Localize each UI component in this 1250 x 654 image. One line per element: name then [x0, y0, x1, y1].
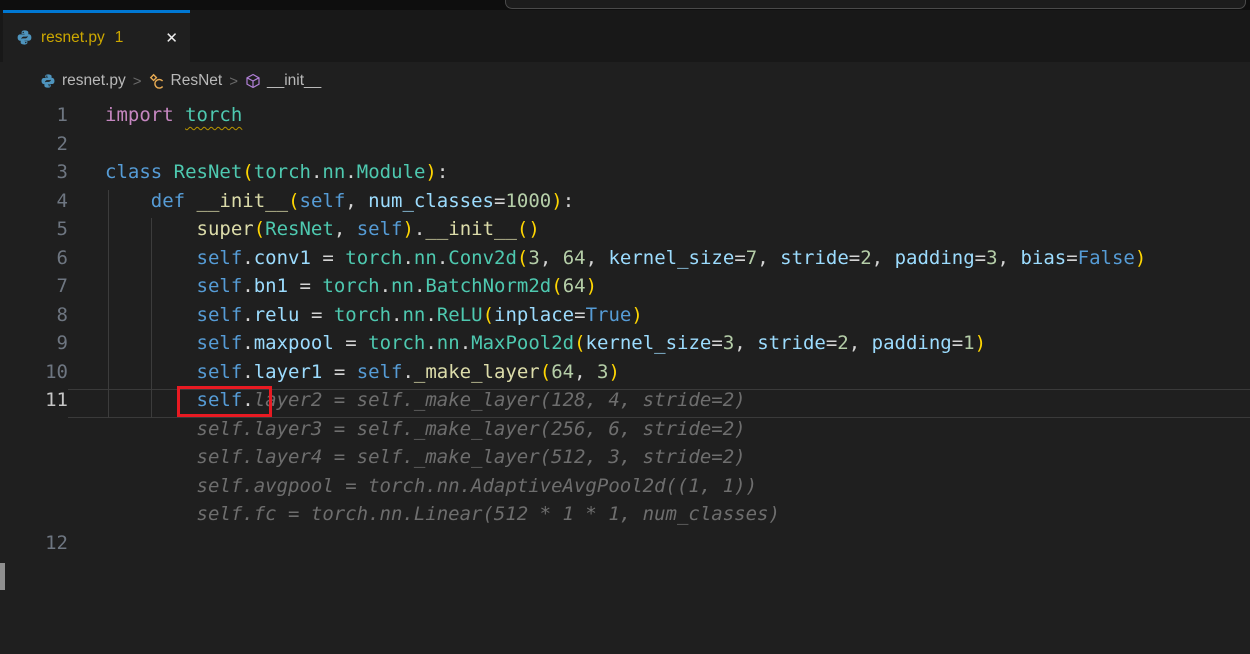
breadcrumb-class[interactable]: ResNet — [149, 72, 223, 90]
scrollbar-sliver[interactable] — [0, 563, 5, 590]
code-text: self.fc = torch.nn.Linear(512 * 1 * 1, n… — [68, 503, 1250, 532]
code-text: self.maxpool = torch.nn.MaxPool2d(kernel… — [68, 332, 1250, 361]
tab-filename: resnet.py — [41, 29, 105, 47]
code-row[interactable]: self.avgpool = torch.nn.AdaptiveAvgPool2… — [0, 475, 1250, 504]
code-text — [68, 133, 1250, 162]
code-row[interactable]: 4 def __init__(self, num_classes=1000): — [0, 190, 1250, 219]
line-number[interactable] — [0, 475, 68, 504]
code-row[interactable]: 5 super(ResNet, self).__init__() — [0, 218, 1250, 247]
code-text: self.layer3 = self._make_layer(256, 6, s… — [68, 418, 1250, 447]
line-number[interactable]: 2 — [0, 133, 68, 162]
code-text: import torch — [68, 104, 1250, 133]
code-row[interactable]: 6 self.conv1 = torch.nn.Conv2d(3, 64, ke… — [0, 247, 1250, 276]
chevron-right-icon: > — [133, 73, 142, 90]
code-row[interactable]: self.layer3 = self._make_layer(256, 6, s… — [0, 418, 1250, 447]
method-icon — [245, 73, 261, 89]
line-number[interactable] — [0, 503, 68, 532]
code-row[interactable]: 3class ResNet(torch.nn.Module): — [0, 161, 1250, 190]
breadcrumb-class-label: ResNet — [171, 72, 223, 90]
tab-bar: resnet.py 1 ✕ — [0, 10, 1250, 62]
tab-problems-badge: 1 — [115, 29, 124, 47]
python-icon — [16, 29, 33, 46]
python-icon — [40, 73, 56, 89]
code-editor[interactable]: 1import torch23class ResNet(torch.nn.Mod… — [0, 100, 1250, 560]
line-number[interactable] — [0, 418, 68, 447]
line-number[interactable]: 12 — [0, 532, 68, 561]
code-text: self.relu = torch.nn.ReLU(inplace=True) — [68, 304, 1250, 333]
code-text: self.layer2 = self._make_layer(128, 4, s… — [68, 389, 1250, 418]
code-row[interactable]: 9 self.maxpool = torch.nn.MaxPool2d(kern… — [0, 332, 1250, 361]
code-text: super(ResNet, self).__init__() — [68, 218, 1250, 247]
code-text: class ResNet(torch.nn.Module): — [68, 161, 1250, 190]
code-row[interactable]: self.layer4 = self._make_layer(512, 3, s… — [0, 446, 1250, 475]
close-icon[interactable]: ✕ — [161, 27, 182, 49]
line-number[interactable]: 1 — [0, 104, 68, 133]
breadcrumb-method-label: __init__ — [267, 72, 321, 90]
vscode-window: resnet.py 1 ✕ resnet.py > — [0, 0, 1250, 654]
code-row[interactable]: 7 self.bn1 = torch.nn.BatchNorm2d(64) — [0, 275, 1250, 304]
line-number[interactable]: 6 — [0, 247, 68, 276]
quick-input-remnant — [505, 0, 1246, 9]
breadcrumb-file-label: resnet.py — [62, 72, 126, 90]
code-row[interactable]: 10 self.layer1 = self._make_layer(64, 3) — [0, 361, 1250, 390]
breadcrumb-method[interactable]: __init__ — [245, 72, 321, 90]
line-number[interactable]: 7 — [0, 275, 68, 304]
line-number[interactable]: 5 — [0, 218, 68, 247]
indent-guide — [108, 190, 109, 418]
line-number[interactable]: 9 — [0, 332, 68, 361]
line-number[interactable]: 4 — [0, 190, 68, 219]
code-row[interactable]: 11 self.layer2 = self._make_layer(128, 4… — [0, 389, 1250, 418]
code-row[interactable]: 1import torch — [0, 104, 1250, 133]
code-text — [68, 532, 1250, 561]
code-text: self.layer4 = self._make_layer(512, 3, s… — [68, 446, 1250, 475]
class-icon — [149, 73, 165, 89]
code-text: self.layer1 = self._make_layer(64, 3) — [68, 361, 1250, 390]
code-row[interactable]: self.fc = torch.nn.Linear(512 * 1 * 1, n… — [0, 503, 1250, 532]
tab-resnet-py[interactable]: resnet.py 1 ✕ — [3, 10, 190, 62]
code-row[interactable]: 8 self.relu = torch.nn.ReLU(inplace=True… — [0, 304, 1250, 333]
breadcrumb: resnet.py > ResNet > __init__ — [0, 62, 1250, 100]
line-number[interactable]: 8 — [0, 304, 68, 333]
line-number[interactable]: 11 — [0, 389, 68, 418]
code-text: self.bn1 = torch.nn.BatchNorm2d(64) — [68, 275, 1250, 304]
breadcrumb-file[interactable]: resnet.py — [40, 72, 126, 90]
code-row[interactable]: 12 — [0, 532, 1250, 561]
line-number[interactable] — [0, 446, 68, 475]
code-row[interactable]: 2 — [0, 133, 1250, 162]
indent-guide — [151, 218, 152, 418]
code-text: self.conv1 = torch.nn.Conv2d(3, 64, kern… — [68, 247, 1250, 276]
chevron-right-icon: > — [229, 73, 238, 90]
code-text: def __init__(self, num_classes=1000): — [68, 190, 1250, 219]
code-text: self.avgpool = torch.nn.AdaptiveAvgPool2… — [68, 475, 1250, 504]
code-lines: 1import torch23class ResNet(torch.nn.Mod… — [0, 104, 1250, 560]
line-number[interactable]: 3 — [0, 161, 68, 190]
line-number[interactable]: 10 — [0, 361, 68, 390]
